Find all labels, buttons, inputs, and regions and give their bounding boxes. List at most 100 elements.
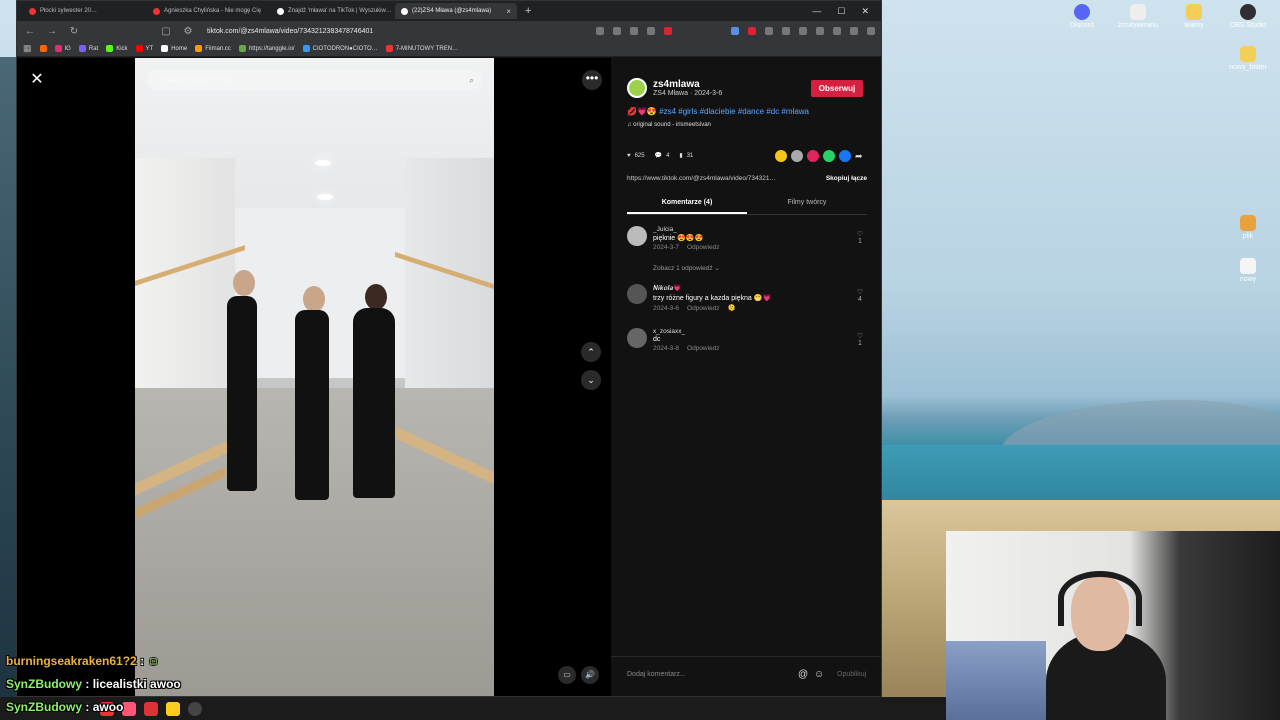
share-icon[interactable] xyxy=(647,27,655,35)
view-replies-button[interactable]: Zobacz 1 odpowiedź ⌄ xyxy=(653,264,720,272)
reply-button[interactable]: Odpowiedz xyxy=(687,244,720,251)
previous-video-button[interactable]: ⌃ xyxy=(581,342,601,362)
emoji-icon[interactable]: ☺ xyxy=(814,669,824,680)
share-arrow-icon[interactable]: ➦ xyxy=(855,150,867,162)
new-tab-button[interactable]: + xyxy=(519,5,537,17)
comment-input[interactable]: Dodaj komentarz... xyxy=(627,671,686,678)
taskbar-app-icon[interactable] xyxy=(122,701,136,716)
site-info-icon[interactable]: ⚙ xyxy=(181,26,195,37)
maximize-icon[interactable]: ☐ xyxy=(837,6,845,17)
bookmark-ciotodron[interactable]: CIOTODRON●CIOTO… xyxy=(302,45,378,52)
close-video-button[interactable]: ✕ xyxy=(27,70,47,90)
share-facebook-icon[interactable] xyxy=(839,150,851,162)
video-player[interactable]: Znajdź powiązane treści ⌕ xyxy=(135,58,494,696)
sound-link[interactable]: ♫ original sound - irismeetsivan xyxy=(627,122,711,128)
extension-icon[interactable] xyxy=(765,27,773,35)
comment-avatar[interactable] xyxy=(627,226,647,246)
tab-bar: Płocki sylwester 20… Agnieszka Chylińska… xyxy=(17,1,881,21)
extension-icon[interactable] xyxy=(748,27,756,35)
menu-icon[interactable] xyxy=(867,27,875,35)
close-window-icon[interactable]: ✕ xyxy=(861,6,869,17)
save-button[interactable]: ▮ 31 xyxy=(679,152,693,160)
bookmark-filman[interactable]: Filman.cc xyxy=(195,45,231,52)
desktop-icon-obs[interactable]: OBS Studio xyxy=(1218,4,1278,29)
minimize-icon[interactable]: — xyxy=(812,6,821,17)
comment-username[interactable]: x_zosiaxx_ xyxy=(653,328,843,335)
music-icon[interactable] xyxy=(833,27,841,35)
reply-button[interactable]: Odpowiedz xyxy=(687,345,720,352)
extension-icon[interactable] xyxy=(630,27,638,35)
extension-icon[interactable] xyxy=(782,27,790,35)
bookmark-kick[interactable]: Kick xyxy=(106,45,128,52)
avatar[interactable] xyxy=(627,78,647,98)
bookmark-yt[interactable]: YT xyxy=(135,45,153,52)
bookmark-home[interactable]: Home xyxy=(161,45,187,52)
share-whatsapp-icon[interactable] xyxy=(823,150,835,162)
author-username[interactable]: zs4mlawa xyxy=(653,79,722,90)
bookmark-icon[interactable]: ▢ xyxy=(159,26,173,37)
video-person xyxy=(227,296,257,491)
close-tab-icon[interactable]: × xyxy=(506,7,511,16)
bookmark-ig[interactable]: IG xyxy=(54,45,71,52)
tab-comments[interactable]: Komentarze (4) xyxy=(627,199,747,214)
comment-avatar[interactable] xyxy=(627,328,647,348)
copy-link-button[interactable]: Skopiuj łącze xyxy=(826,175,867,189)
apps-icon[interactable]: ▦ xyxy=(23,43,32,54)
comment-button[interactable]: 💬 4 xyxy=(655,152,670,160)
desktop-icon-folder[interactable]: nowy_folder xyxy=(1218,46,1278,71)
tab-tiktok-video[interactable]: (22)ZS4 Mława (@zs4mlawa) × xyxy=(395,3,517,19)
chat-username: burningseakraken61?2 xyxy=(6,654,137,668)
desktop-icon-teams[interactable]: teamy xyxy=(1164,4,1224,29)
comment-like-button[interactable]: ♡ 4 xyxy=(853,288,867,303)
comment-username[interactable]: _Julcia_ xyxy=(653,226,843,233)
extension-icon[interactable] xyxy=(613,27,621,35)
bookmark-tanggle[interactable]: https://tanggle.io/ xyxy=(238,45,295,52)
obs-icon[interactable] xyxy=(188,701,202,716)
follow-button[interactable]: Obserwuj xyxy=(811,80,863,97)
more-options-button[interactable]: ••• xyxy=(582,70,602,90)
extension-icon[interactable] xyxy=(799,27,807,35)
desktop-icon-discord[interactable]: Discord xyxy=(1052,4,1112,29)
brave-icon[interactable] xyxy=(144,701,158,716)
tab-tiktok-search[interactable]: Znajdź 'mława' na TikTok | Wyszukiw… xyxy=(271,3,393,19)
reload-icon[interactable]: ↻ xyxy=(67,26,81,37)
comment-like-button[interactable]: ♡ 1 xyxy=(853,230,867,245)
extension-icon[interactable] xyxy=(731,27,739,35)
extension-icon[interactable] xyxy=(816,27,824,35)
url-input[interactable]: tiktok.com/@zs4mlawa/video/7343212383478… xyxy=(207,28,373,35)
hashtags[interactable]: #zs4 #girls #dlaciebie #dance #dc #mława xyxy=(659,107,809,116)
extension-icon[interactable] xyxy=(596,27,604,35)
post-comment-button[interactable]: Opublikuj xyxy=(837,671,866,678)
next-video-button[interactable]: ⌄ xyxy=(581,370,601,390)
tab-plocki[interactable]: Płocki sylwester 20… xyxy=(23,3,145,19)
back-icon[interactable]: ← xyxy=(23,26,37,37)
folder-icon xyxy=(1186,4,1202,20)
share-snapchat-icon[interactable] xyxy=(775,150,787,162)
comment-like-button[interactable]: ♡ 1 xyxy=(853,332,867,347)
tab-creator-videos[interactable]: Filmy twórcy xyxy=(747,199,867,214)
mention-icon[interactable]: @ xyxy=(798,669,808,680)
reply-button[interactable]: Odpowiedz xyxy=(687,305,720,312)
desktop-icon-file[interactable]: plik xyxy=(1218,215,1278,240)
bookmark-item[interactable] xyxy=(39,45,47,52)
bookmark-rat[interactable]: Rat xyxy=(78,45,98,52)
taskbar-app-icon[interactable] xyxy=(166,701,180,716)
comment-avatar[interactable] xyxy=(627,284,647,304)
share-embed-icon[interactable] xyxy=(791,150,803,162)
forward-icon[interactable]: → xyxy=(45,26,59,37)
desktop-icon-new[interactable]: nowy xyxy=(1218,258,1278,283)
video-link[interactable]: https://www.tiktok.com/@zs4mlawa/video/7… xyxy=(627,175,776,189)
bookmark-trening[interactable]: 7-MINUTOWY TREN… xyxy=(385,45,458,52)
tab-chylinska[interactable]: Agnieszka Chylińska - Nie mogę Cię xyxy=(147,3,269,19)
author-info[interactable]: zs4mlawa ZS4 Mława · 2024-3-6 xyxy=(627,78,722,98)
search-icon[interactable]: ⌕ xyxy=(469,70,474,90)
comment-username[interactable]: 𝑵𝒊𝒌𝒐𝒍𝒂💗 xyxy=(653,284,843,293)
wallet-icon[interactable] xyxy=(850,27,858,35)
brave-shield-icon[interactable] xyxy=(664,27,672,35)
volume-icon[interactable]: 🔊 xyxy=(581,666,599,684)
share-friends-icon[interactable] xyxy=(807,150,819,162)
report-icon[interactable]: ▭ xyxy=(558,666,576,684)
related-search-input[interactable]: Znajdź powiązane treści ⌕ xyxy=(147,70,482,90)
like-button[interactable]: ♥ 625 xyxy=(627,153,645,159)
desktop-icon-screens[interactable]: zrzutyekranu xyxy=(1108,4,1168,29)
